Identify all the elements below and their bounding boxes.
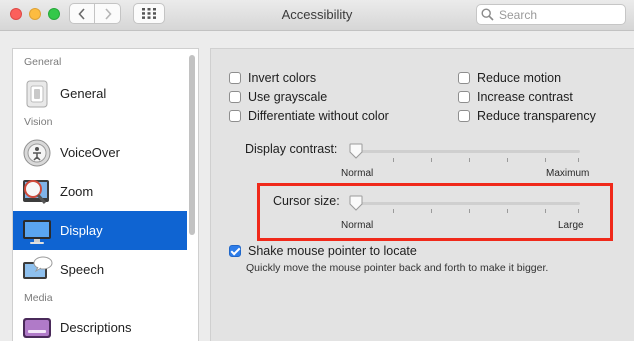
slider-tick	[545, 158, 546, 162]
display-contrast-knob[interactable]	[349, 143, 363, 159]
slider-tick	[393, 209, 394, 213]
shake-description: Quickly move the mouse pointer back and …	[246, 262, 549, 274]
checkbox-label: Invert colors	[248, 71, 317, 85]
checkbox-label: Use grayscale	[248, 90, 328, 104]
slider-tick	[578, 209, 579, 213]
slider-tick	[393, 158, 394, 162]
sidebar-scrollbar[interactable]	[189, 55, 195, 235]
reduce-transparency-checkbox[interactable]: Reduce transparency	[458, 109, 596, 123]
slider-tick	[431, 209, 432, 213]
slider-tick	[507, 209, 508, 213]
slider-tick	[507, 158, 508, 162]
checkbox-box[interactable]	[229, 110, 241, 122]
slider-tick	[545, 209, 546, 213]
checkbox-box[interactable]	[458, 110, 470, 122]
cursor-size-knob[interactable]	[349, 195, 363, 211]
general-icon	[26, 80, 48, 108]
sidebar-section-vision: Vision	[24, 116, 53, 128]
checkbox-box[interactable]	[229, 91, 241, 103]
sidebar-item-label: Display	[60, 223, 103, 238]
sidebar-item-label: Speech	[60, 262, 105, 277]
voiceover-icon	[23, 139, 51, 167]
display-icon	[23, 220, 51, 244]
sidebar-item-label: VoiceOver	[60, 145, 120, 160]
slider-tick	[578, 158, 579, 162]
sidebar-item-label: General	[60, 86, 107, 101]
shake-mouse-pointer-checkbox[interactable]: Shake mouse pointer to locate	[229, 244, 417, 258]
sidebar-item-label: Zoom	[60, 184, 94, 199]
slider-tick	[431, 158, 432, 162]
title-bar: Accessibility Search	[0, 0, 634, 31]
cursor-size-label: Cursor size:	[273, 194, 340, 208]
search-placeholder: Search	[499, 8, 538, 22]
cursor-size-min-label: Normal	[341, 220, 374, 231]
checkbox-box[interactable]	[229, 245, 241, 257]
checkbox-label: Reduce transparency	[477, 109, 596, 123]
checkbox-box[interactable]	[229, 72, 241, 84]
sidebar[interactable]: General General Vision VoiceOver Zoom Di…	[12, 48, 199, 341]
checkbox-label: Differentiate without color	[248, 109, 389, 123]
sidebar-item-descriptions[interactable]: Descriptions	[13, 308, 187, 341]
sidebar-item-voiceover[interactable]: VoiceOver	[13, 133, 187, 172]
zoom-icon	[23, 180, 49, 204]
slider-tick	[469, 209, 470, 213]
search-icon	[481, 8, 494, 21]
search-input[interactable]: Search	[476, 4, 626, 25]
slider-tick	[469, 158, 470, 162]
speech-icon	[23, 256, 53, 279]
cursor-size-highlight-box	[257, 183, 613, 241]
checkbox-label: Increase contrast	[477, 90, 573, 104]
sidebar-item-speech[interactable]: Speech	[13, 250, 187, 289]
checkbox-box[interactable]	[458, 72, 470, 84]
display-contrast-max-label: Maximum	[546, 168, 590, 179]
checkbox-label: Reduce motion	[477, 71, 562, 85]
differentiate-without-color-checkbox[interactable]: Differentiate without color	[229, 109, 389, 123]
increase-contrast-checkbox[interactable]: Increase contrast	[458, 90, 573, 104]
sidebar-item-general[interactable]: General	[13, 74, 187, 113]
sidebar-item-label: Descriptions	[60, 320, 132, 335]
checkbox-box[interactable]	[458, 91, 470, 103]
invert-colors-checkbox[interactable]: Invert colors	[229, 71, 316, 85]
display-contrast-track[interactable]	[352, 150, 580, 153]
checkbox-label: Shake mouse pointer to locate	[248, 244, 417, 258]
sidebar-section-media: Media	[24, 292, 53, 304]
reduce-motion-checkbox[interactable]: Reduce motion	[458, 71, 561, 85]
use-grayscale-checkbox[interactable]: Use grayscale	[229, 90, 327, 104]
cursor-size-max-label: Large	[558, 220, 584, 231]
sidebar-section-general: General	[24, 56, 62, 68]
cursor-size-track[interactable]	[352, 202, 580, 205]
sidebar-item-display[interactable]: Display	[13, 211, 187, 250]
display-contrast-min-label: Normal	[341, 168, 374, 179]
descriptions-icon	[23, 318, 51, 338]
sidebar-item-zoom[interactable]: Zoom	[13, 172, 187, 211]
display-contrast-label: Display contrast:	[245, 142, 338, 156]
